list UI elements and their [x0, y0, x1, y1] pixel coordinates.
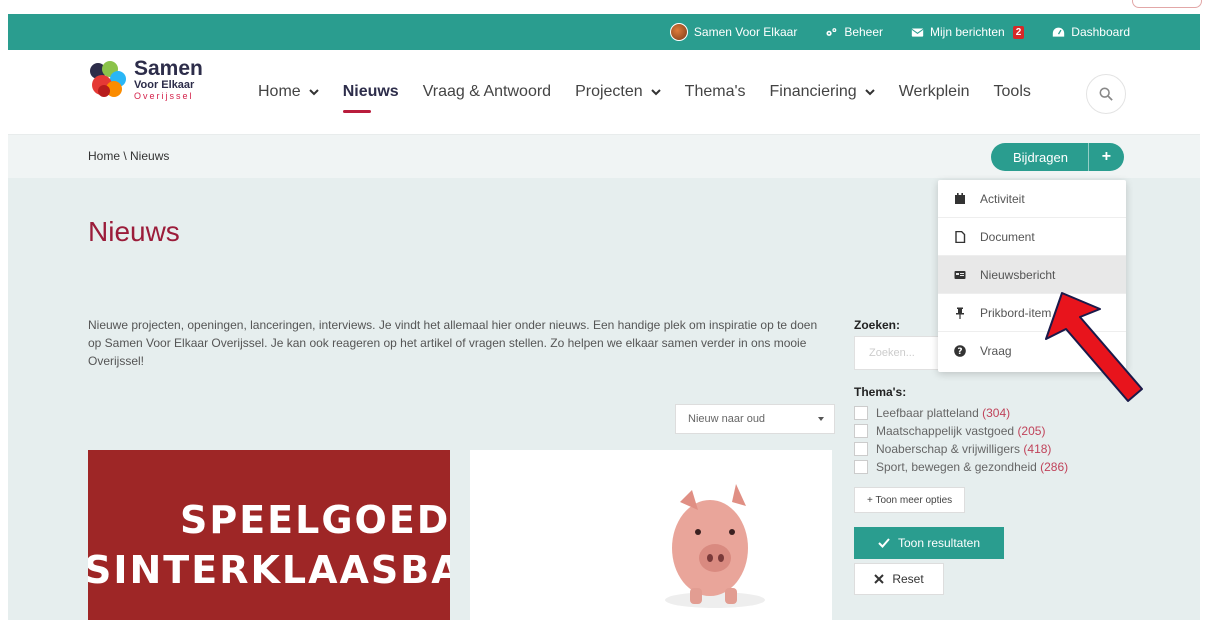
- document-icon: [955, 230, 966, 243]
- breadcrumb-bar: Home \ Nieuws Bijdragen +: [8, 134, 1200, 178]
- close-icon: [874, 574, 885, 584]
- thema-count: (286): [1040, 460, 1069, 474]
- nav-vraag-antwoord[interactable]: Vraag & Antwoord: [423, 83, 551, 101]
- dashboard-label: Dashboard: [1071, 25, 1130, 39]
- pin-icon: [956, 307, 964, 319]
- thema-count: (418): [1023, 442, 1052, 456]
- nav-links: Home Nieuws Vraag & Antwoord Projecten T…: [258, 50, 1055, 134]
- logo-line2: Voor Elkaar: [134, 78, 195, 91]
- piggy-bank-image: [665, 484, 765, 608]
- nav-financiering-label: Financiering: [769, 83, 857, 100]
- thema-count: (304): [982, 406, 1011, 420]
- themas-list: Leefbaar platteland (304) Maatschappelij…: [854, 404, 1068, 476]
- check-icon: [878, 538, 890, 548]
- thema-option[interactable]: Leefbaar platteland (304): [854, 404, 1068, 422]
- thema-label: Leefbaar platteland: [876, 406, 979, 420]
- nav-home-label: Home: [258, 83, 301, 100]
- thema-count: (205): [1017, 424, 1046, 438]
- search-button[interactable]: [1086, 74, 1126, 114]
- dropdown-item-activiteit[interactable]: Activiteit: [938, 180, 1126, 218]
- profile-label: Samen Voor Elkaar: [693, 25, 798, 39]
- logo-line1: Samen: [134, 56, 203, 80]
- thema-option[interactable]: Sport, bewegen & gezondheid (286): [854, 458, 1068, 476]
- nav-themas[interactable]: Thema's: [685, 83, 746, 101]
- card1-line2: SINTERKLAASBANK: [88, 548, 450, 592]
- utility-bar: Samen Voor Elkaar Beheer Mijn berichten …: [8, 14, 1200, 50]
- svg-text:?: ?: [957, 347, 962, 357]
- browser-top-strip: [0, 0, 1208, 14]
- reset-button[interactable]: Reset: [854, 563, 944, 595]
- page-title: Nieuws: [88, 216, 180, 247]
- main-nav: Samen Voor Elkaar Overijssel Home Nieuws…: [8, 50, 1200, 134]
- chevron-down-icon: [308, 89, 319, 96]
- sort-select[interactable]: Nieuw naar oud: [675, 404, 835, 434]
- berichten-count-badge: 2: [1012, 25, 1025, 39]
- beheer-link[interactable]: Beheer: [825, 25, 883, 39]
- calendar-icon: [955, 192, 965, 204]
- chevron-down-icon: [650, 89, 661, 96]
- themas-label: Thema's:: [854, 385, 907, 399]
- avatar: [669, 23, 688, 41]
- nav-werkplein[interactable]: Werkplein: [899, 83, 970, 101]
- toon-resultaten-button[interactable]: Toon resultaten: [854, 527, 1004, 559]
- thema-checkbox[interactable]: [854, 424, 868, 438]
- dropdown-item-label: Document: [980, 229, 1035, 244]
- envelope-icon: [911, 27, 924, 37]
- reset-label: Reset: [892, 572, 924, 586]
- berichten-link[interactable]: Mijn berichten 2: [911, 25, 1025, 39]
- thema-label: Maatschappelijk vastgoed: [876, 424, 1015, 438]
- chevron-down-icon: [864, 89, 875, 96]
- dropdown-item-label: Vraag: [980, 344, 1012, 358]
- tachometer-icon: [1053, 27, 1065, 37]
- newspaper-icon: [954, 270, 966, 279]
- breadcrumb[interactable]: Home \ Nieuws: [88, 149, 169, 163]
- site-logo[interactable]: Samen Voor Elkaar Overijssel: [88, 54, 228, 104]
- nav-projecten[interactable]: Projecten: [575, 83, 661, 101]
- toon-resultaten-label: Toon resultaten: [897, 536, 981, 550]
- dropdown-item-document[interactable]: Document: [938, 218, 1126, 256]
- nav-nieuws[interactable]: Nieuws: [342, 83, 399, 113]
- sort-select-value: Nieuw naar oud: [688, 413, 766, 425]
- search-icon: [1099, 87, 1113, 101]
- nav-werkplein-label: Werkplein: [898, 83, 970, 100]
- thema-label: Noaberschap & vrijwilligers: [876, 442, 1021, 456]
- bijdragen-plus-button[interactable]: +: [1087, 143, 1124, 171]
- bijdragen-button[interactable]: Bijdragen: [991, 143, 1088, 171]
- top-right-pill: [1132, 0, 1202, 8]
- thema-option[interactable]: Noaberschap & vrijwilligers (418): [854, 440, 1068, 458]
- berichten-label: Mijn berichten: [930, 25, 1005, 39]
- nav-financiering[interactable]: Financiering: [770, 83, 875, 101]
- nav-tools-label: Tools: [993, 83, 1031, 100]
- dashboard-link[interactable]: Dashboard: [1052, 25, 1130, 39]
- news-card-piggy[interactable]: [470, 450, 832, 620]
- news-card-speelgoed[interactable]: SPEELGOED SINTERKLAASBANK: [88, 450, 450, 620]
- intro-text: Nieuwe projecten, openingen, lanceringen…: [88, 318, 818, 368]
- thema-checkbox[interactable]: [854, 460, 868, 474]
- nav-projecten-label: Projecten: [575, 83, 643, 100]
- nav-vraag-antwoord-label: Vraag & Antwoord: [422, 83, 552, 100]
- thema-checkbox[interactable]: [854, 406, 868, 420]
- nav-themas-label: Thema's: [684, 83, 746, 100]
- logo-line3: Overijssel: [134, 90, 194, 101]
- toon-meer-opties-button[interactable]: + Toon meer opties: [854, 487, 966, 513]
- zoeken-label: Zoeken:: [854, 318, 901, 332]
- card1-line1: SPEELGOED: [180, 498, 450, 542]
- question-icon: ?: [954, 345, 966, 357]
- nav-home[interactable]: Home: [258, 83, 319, 101]
- logo-mark-icon: [88, 59, 128, 99]
- annotation-arrow-icon: [1045, 292, 1143, 402]
- nav-tools[interactable]: Tools: [994, 83, 1031, 101]
- dropdown-item-label: Activiteit: [980, 191, 1025, 206]
- caret-down-icon: [818, 417, 824, 421]
- thema-option[interactable]: Maatschappelijk vastgoed (205): [854, 422, 1068, 440]
- thema-checkbox[interactable]: [854, 442, 868, 456]
- bijdragen-button-group: Bijdragen +: [991, 143, 1124, 171]
- nav-nieuws-label: Nieuws: [342, 83, 399, 100]
- dropdown-item-label: Nieuwsbericht: [980, 267, 1056, 282]
- cogs-icon: [826, 27, 837, 36]
- profile-link[interactable]: Samen Voor Elkaar: [669, 23, 798, 41]
- beheer-label: Beheer: [844, 25, 884, 39]
- thema-label: Sport, bewegen & gezondheid: [876, 460, 1037, 474]
